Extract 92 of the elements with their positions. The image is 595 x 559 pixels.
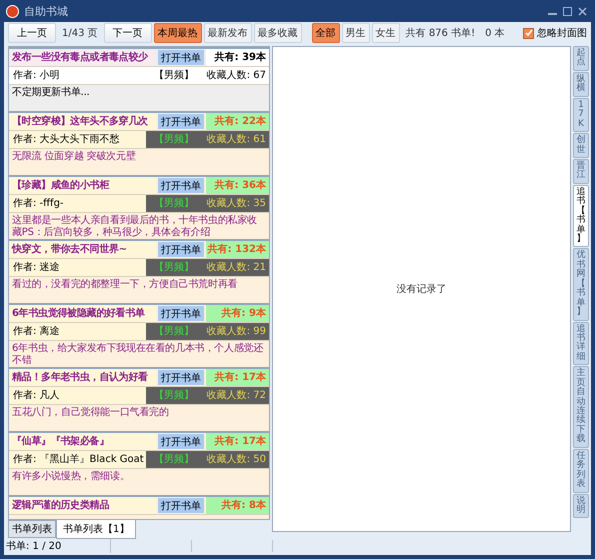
list-description: 五花八门，自己觉得能一口气看完的 <box>11 406 170 420</box>
checkbox-label: 忽略封面图 <box>537 26 587 40</box>
book-list-card[interactable]: 快穿文，带你去不同世界~ 打开书单 共有: 132本 作者: 迷途 【男频】 收藏人数: 21 看过的，没看完的都整理一下，方便自己书荒时再看 <box>9 239 269 303</box>
side-tab[interactable]: 任务列表 <box>573 448 589 492</box>
filter-tab[interactable]: 女生 <box>372 23 400 43</box>
open-list-button[interactable]: 打开书单 <box>158 242 204 257</box>
side-tab[interactable]: 追书【书单】 <box>573 184 589 248</box>
list-description: 6年书虫，给大家发布下我现在在看的几本书，个人感觉还不错 <box>11 342 264 368</box>
window-title: 自助书城 <box>24 4 69 18</box>
sort-tab[interactable]: 最多收藏 <box>254 23 302 43</box>
empty-message: 没有记录了 <box>396 283 446 296</box>
book-count-text: 0 本 <box>484 26 506 40</box>
author-text: 作者: 迷途 <box>9 259 146 276</box>
sort-tab[interactable]: 最新发布 <box>204 23 252 43</box>
book-total: 共有: 17本 <box>206 433 269 450</box>
collect-count: 收藏人数: 35 <box>202 195 269 212</box>
author-text: 作者: 『黑山羊』Black Goat <box>9 451 146 468</box>
side-tab[interactable]: 优书网【书单】 <box>573 248 589 320</box>
maximize-icon[interactable] <box>563 6 572 16</box>
book-total: 共有: 17本 <box>206 369 269 386</box>
checkbox[interactable] <box>523 28 534 38</box>
open-list-button[interactable]: 打开书单 <box>158 434 204 449</box>
collect-count: 收藏人数: 50 <box>202 451 269 468</box>
side-tab[interactable]: 主页自动连续下载 <box>573 366 589 448</box>
book-list-card[interactable]: 『仙草』『书架必备』 打开书单 共有: 17本 作者: 『黑山羊』Black Goat 【男频】 收藏人数: 50 有许多小说慢热，需细读。 <box>9 431 269 495</box>
collect-count: 收藏人数: 67 <box>202 67 269 84</box>
channel-label: 【男频】 <box>146 67 202 84</box>
side-tab[interactable]: 起点 <box>573 46 589 71</box>
book-list-card[interactable]: 发布一些没有毒点或者毒点较少 打开书单 共有: 39本 作者: 小明 【男频】 收藏人数: 67 不定期更新书单... <box>9 47 269 111</box>
collect-count: 收藏人数: 21 <box>202 259 269 276</box>
status-text: 书单: 1 / 20 <box>6 539 111 553</box>
list-title: 【时空穿梭】这年头不多穿几次 <box>9 113 156 130</box>
next-page-button[interactable]: 下一页 <box>104 23 152 43</box>
author-text: 作者: 凡人 <box>9 387 146 404</box>
list-description: 看过的，没看完的都整理一下，方便自己书荒时再看 <box>11 278 238 292</box>
channel-label: 【男频】 <box>146 195 202 212</box>
channel-label: 【男频】 <box>146 259 202 276</box>
total-lists-text: 共有 876 书单! <box>404 26 476 40</box>
list-title: 快穿文，带你去不同世界~ <box>9 241 156 258</box>
filter-tab[interactable]: 男生 <box>342 23 370 43</box>
sort-tab[interactable]: 本周最热 <box>154 23 202 43</box>
list-description: 不定期更新书单... <box>11 86 91 100</box>
open-list-button[interactable]: 打开书单 <box>158 306 204 321</box>
list-description: 有许多小说慢热，需细读。 <box>11 470 131 484</box>
book-total: 共有: 22本 <box>206 113 269 130</box>
book-total: 共有: 36本 <box>206 177 269 194</box>
list-title: 发布一些没有毒点或者毒点较少 <box>9 49 156 66</box>
list-title: 逻辑严谨的历史类精品 <box>9 497 156 514</box>
channel-label: 【男频】 <box>146 131 202 148</box>
collect-count: 收藏人数: 61 <box>202 131 269 148</box>
close-icon[interactable] <box>578 6 587 16</box>
open-list-button[interactable]: 打开书单 <box>158 498 204 513</box>
open-list-button[interactable]: 打开书单 <box>158 178 204 193</box>
book-list-card[interactable]: 6年书虫觉得被隐藏的好看书单 打开书单 共有: 9本 作者: 离途 【男频】 收藏人数: 99 6年书虫，给大家发布下我现在在看的几本书，个人感觉还不错 <box>9 303 269 367</box>
collect-count: 收藏人数: 72 <box>202 387 269 404</box>
author-text: 作者: 离途 <box>9 323 146 340</box>
author-text: 作者: 小明 <box>9 67 146 84</box>
app-logo-icon <box>6 4 19 18</box>
side-tab[interactable]: 晋江 <box>573 158 589 184</box>
book-list-card[interactable]: 【珍藏】咸鱼的小书柜 打开书单 共有: 36本 作者: -fffg- 【男频】 收藏人数: 35 这里都是一些本人亲自看到最后的书，十年书虫的私家收藏PS：后宫向较多，种马很少，具体会有介绍 <box>9 175 269 239</box>
book-total: 共有: 9本 <box>206 305 269 322</box>
side-tab[interactable]: 追书详细 <box>573 322 589 366</box>
page-indicator: 1/43 页 <box>61 27 99 40</box>
book-list-card[interactable]: 【时空穿梭】这年头不多穿几次 打开书单 共有: 22本 作者: 大头大头下雨不愁 【男频】 收藏人数: 61 无限流 位面穿越 突破次元壁 <box>9 111 269 175</box>
book-total: 共有: 39本 <box>206 49 269 66</box>
previous-page-button[interactable]: 上一页 <box>8 23 56 43</box>
list-title: 精品！多年老书虫，自认为好看 <box>9 369 156 386</box>
list-title: 【珍藏】咸鱼的小书柜 <box>9 177 156 194</box>
author-text: 作者: -fffg- <box>9 195 146 212</box>
open-list-button[interactable]: 打开书单 <box>158 370 204 385</box>
book-list-card[interactable]: 逻辑严谨的历史类精品 打开书单 共有: 8本 <box>9 495 269 519</box>
book-list-card[interactable]: 精品！多年老书虫，自认为好看 打开书单 共有: 17本 作者: 凡人 【男频】 收藏人数: 72 五花八门，自己觉得能一口气看完的 <box>9 367 269 431</box>
channel-label: 【男频】 <box>146 323 202 340</box>
side-tab[interactable]: 创世 <box>573 133 589 158</box>
open-list-button[interactable]: 打开书单 <box>158 114 204 129</box>
filter-tab[interactable]: 全部 <box>312 23 340 43</box>
list-description: 无限流 位面穿越 突破次元壁 <box>11 150 137 164</box>
side-tab[interactable]: 纵横 <box>573 72 589 97</box>
book-total: 共有: 132本 <box>206 241 269 258</box>
list-tab[interactable]: 书单列表【1】 <box>56 520 136 539</box>
author-text: 作者: 大头大头下雨不愁 <box>9 131 146 148</box>
list-title: 『仙草』『书架必备』 <box>9 433 156 450</box>
channel-label: 【男频】 <box>146 451 202 468</box>
side-tab[interactable]: 说明 <box>573 494 589 518</box>
list-description: 这里都是一些本人亲自看到最后的书，十年书虫的私家收藏PS：后宫向较多，种马很少，具体会有介绍 <box>11 214 258 240</box>
book-total: 共有: 8本 <box>206 497 269 514</box>
list-tab[interactable]: 书单列表 <box>8 520 56 538</box>
collect-count: 收藏人数: 99 <box>202 323 269 340</box>
list-title: 6年书虫觉得被隐藏的好看书单 <box>9 305 156 322</box>
open-list-button[interactable]: 打开书单 <box>158 50 204 65</box>
channel-label: 【男频】 <box>146 387 202 404</box>
side-tab[interactable]: 17K <box>573 98 589 132</box>
